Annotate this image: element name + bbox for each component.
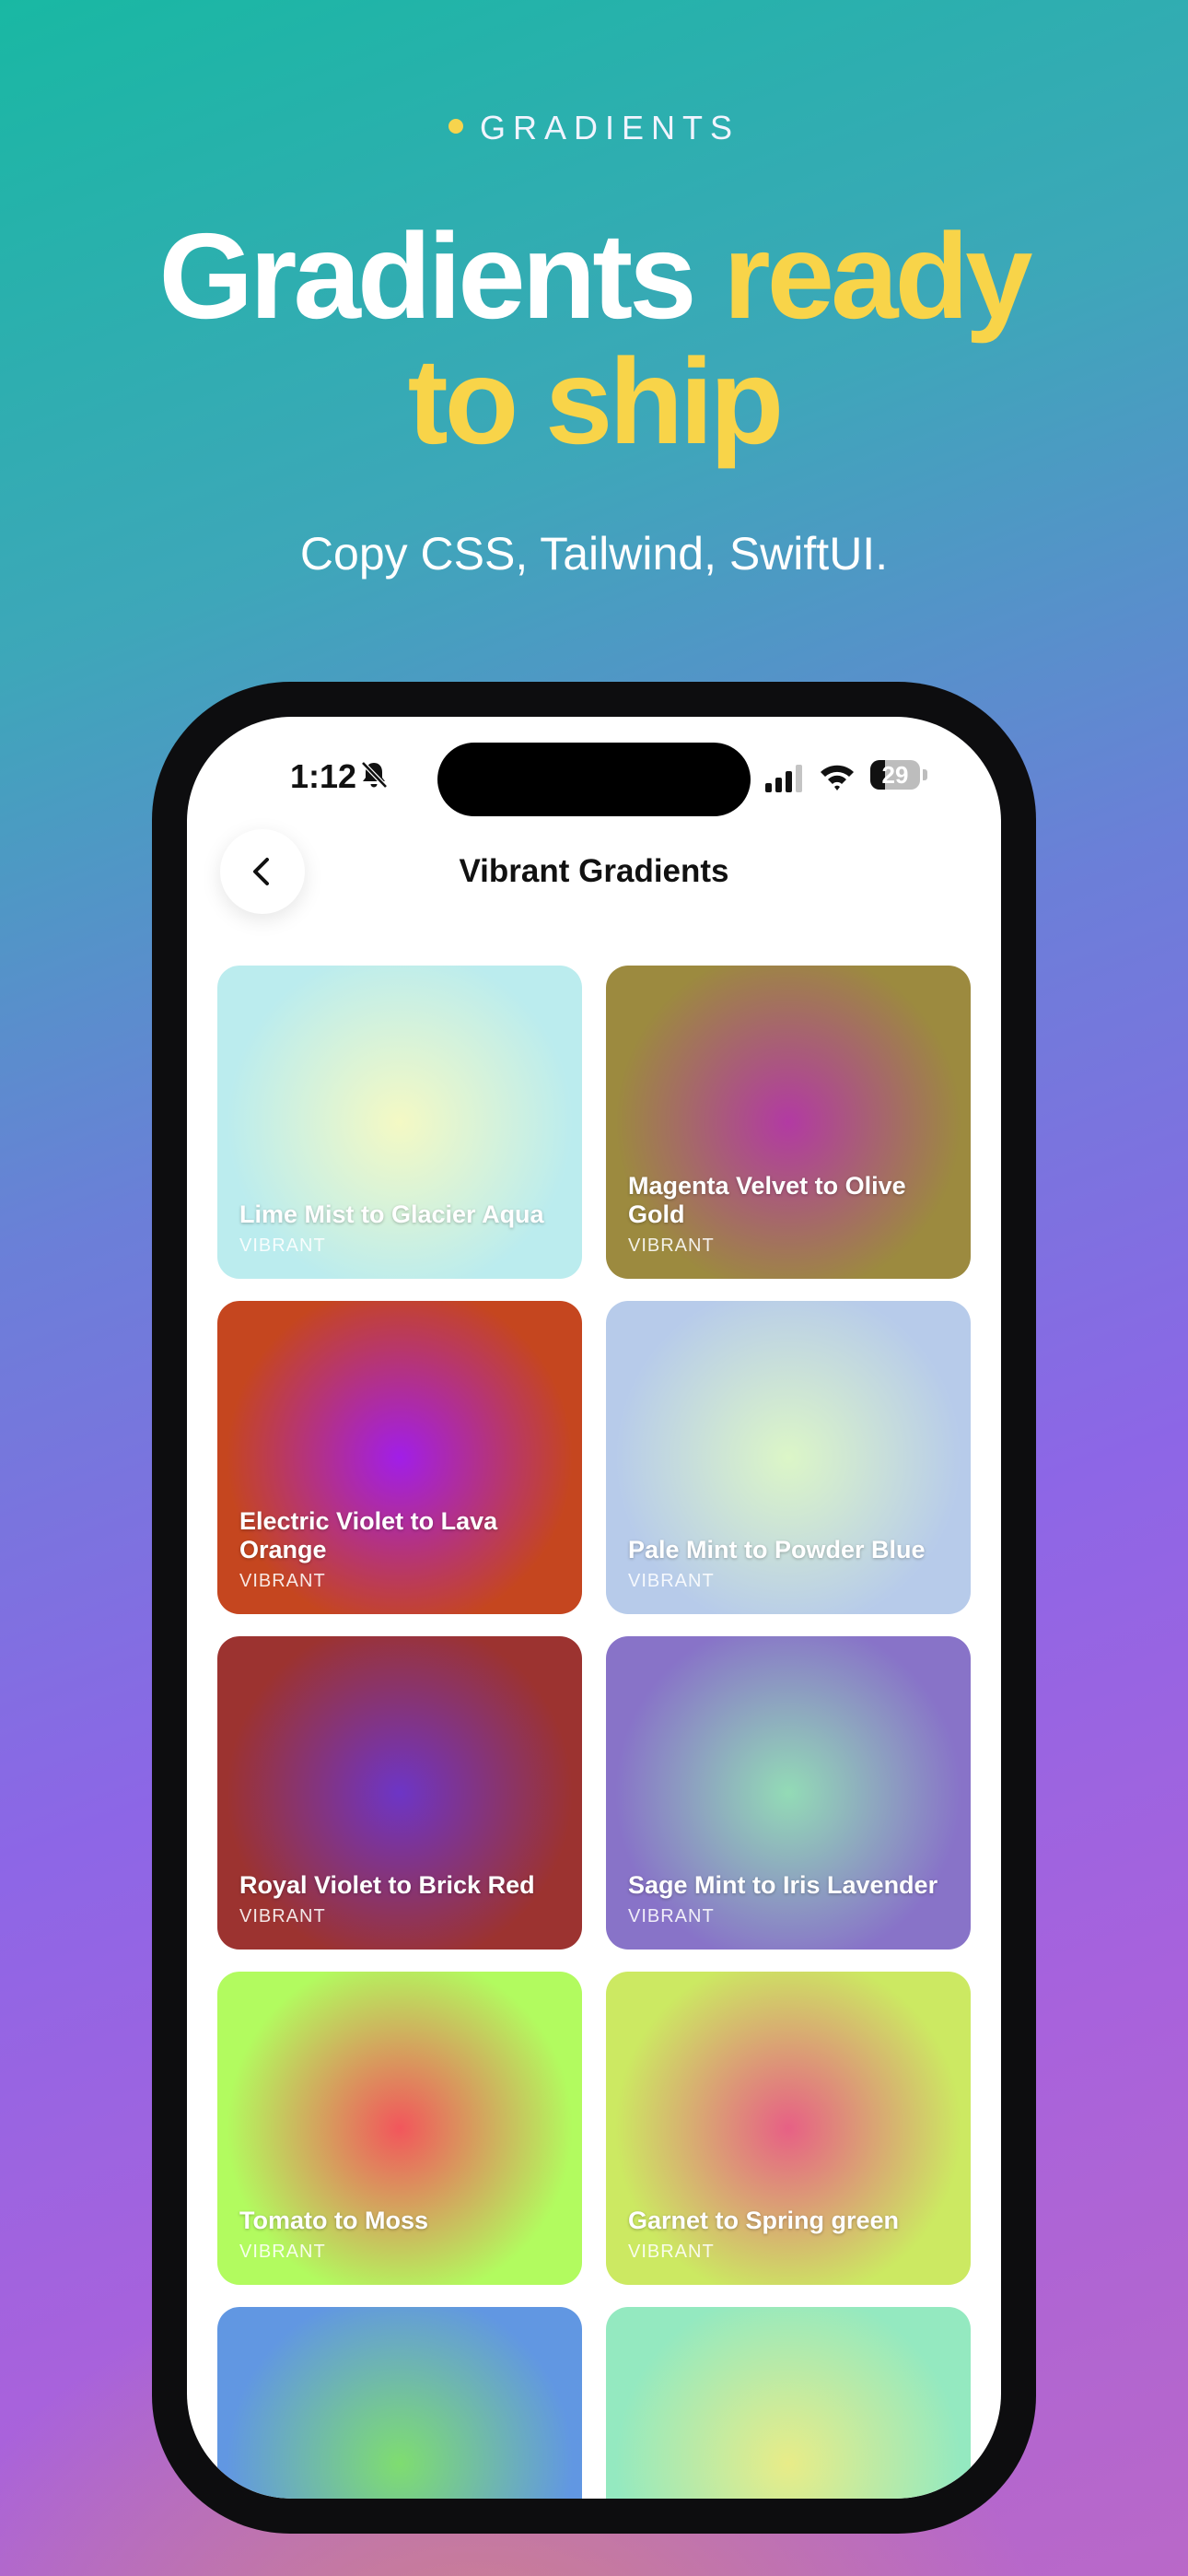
card-title: Magenta Velvet to Olive Gold — [628, 1172, 906, 1228]
headline: Gradients ready to ship — [0, 214, 1188, 464]
gradient-card[interactable]: Garnet to Spring green VIBRANT — [606, 1972, 971, 2285]
gradient-card[interactable] — [217, 2307, 582, 2499]
gradient-card[interactable] — [606, 2307, 971, 2499]
card-tag: VIBRANT — [239, 1906, 326, 1926]
battery-shell: 29 — [870, 760, 920, 790]
card-tag: VIBRANT — [239, 1235, 326, 1256]
nav-title: Vibrant Gradients — [459, 853, 729, 889]
gradient-card[interactable]: Royal Violet to Brick Red VIBRANT — [217, 1636, 582, 1950]
card-tag: VIBRANT — [239, 1571, 326, 1591]
card-title: Pale Mint to Powder Blue — [628, 1536, 926, 1563]
card-title: Sage Mint to Iris Lavender — [628, 1871, 938, 1899]
battery-level: 29 — [881, 761, 909, 789]
signal-icon — [765, 765, 802, 792]
card-tag: VIBRANT — [628, 1235, 715, 1256]
bell-slash-icon — [361, 761, 388, 789]
headline-highlight-2: to ship — [407, 334, 785, 469]
card-title: Lime Mist to Glacier Aqua — [239, 1200, 544, 1228]
card-title: Electric Violet to Lava Orange — [239, 1507, 498, 1563]
gradient-card[interactable]: Lime Mist to Glacier Aqua VIBRANT — [217, 966, 582, 1279]
eyebrow-text: GRADIENTS — [479, 109, 740, 146]
card-title: Royal Violet to Brick Red — [239, 1871, 535, 1899]
headline-highlight-1: ready — [723, 208, 1032, 344]
card-tag: VIBRANT — [239, 2242, 326, 2262]
headline-part1: Gradients — [158, 208, 724, 344]
card-tag: VIBRANT — [628, 1906, 715, 1926]
status-time: 1:12 — [290, 757, 357, 795]
battery-icon: 29 — [870, 760, 929, 791]
gradient-grid: Lime Mist to Glacier Aqua VIBRANT Magent… — [217, 966, 971, 2499]
card-title: Garnet to Spring green — [628, 2207, 900, 2234]
eyebrow-dot — [448, 119, 463, 134]
card-title: Tomato to Moss — [239, 2207, 428, 2234]
card-tag: VIBRANT — [628, 2242, 715, 2262]
gradient-card[interactable]: Tomato to Moss VIBRANT — [217, 1972, 582, 2285]
gradient-card[interactable]: Pale Mint to Powder Blue VIBRANT — [606, 1301, 971, 1614]
gradient-card[interactable]: Electric Violet to Lava Orange VIBRANT — [217, 1301, 582, 1614]
battery-nub — [923, 769, 927, 780]
card-tag: VIBRANT — [628, 1571, 715, 1591]
eyebrow-label: GRADIENTS — [0, 109, 1188, 147]
wifi-icon — [821, 765, 854, 790]
subhead: Copy CSS, Tailwind, SwiftUI. — [299, 528, 889, 580]
phone-mockup: 1:12 29 Vibrant Gradients Lime Mist to G… — [152, 682, 1036, 2534]
phone-screen: 1:12 29 Vibrant Gradients Lime Mist to G… — [187, 717, 1001, 2499]
gradient-card[interactable]: Sage Mint to Iris Lavender VIBRANT — [606, 1636, 971, 1950]
dynamic-island — [437, 743, 751, 816]
gradient-card[interactable]: Magenta Velvet to Olive Gold VIBRANT — [606, 966, 971, 1279]
